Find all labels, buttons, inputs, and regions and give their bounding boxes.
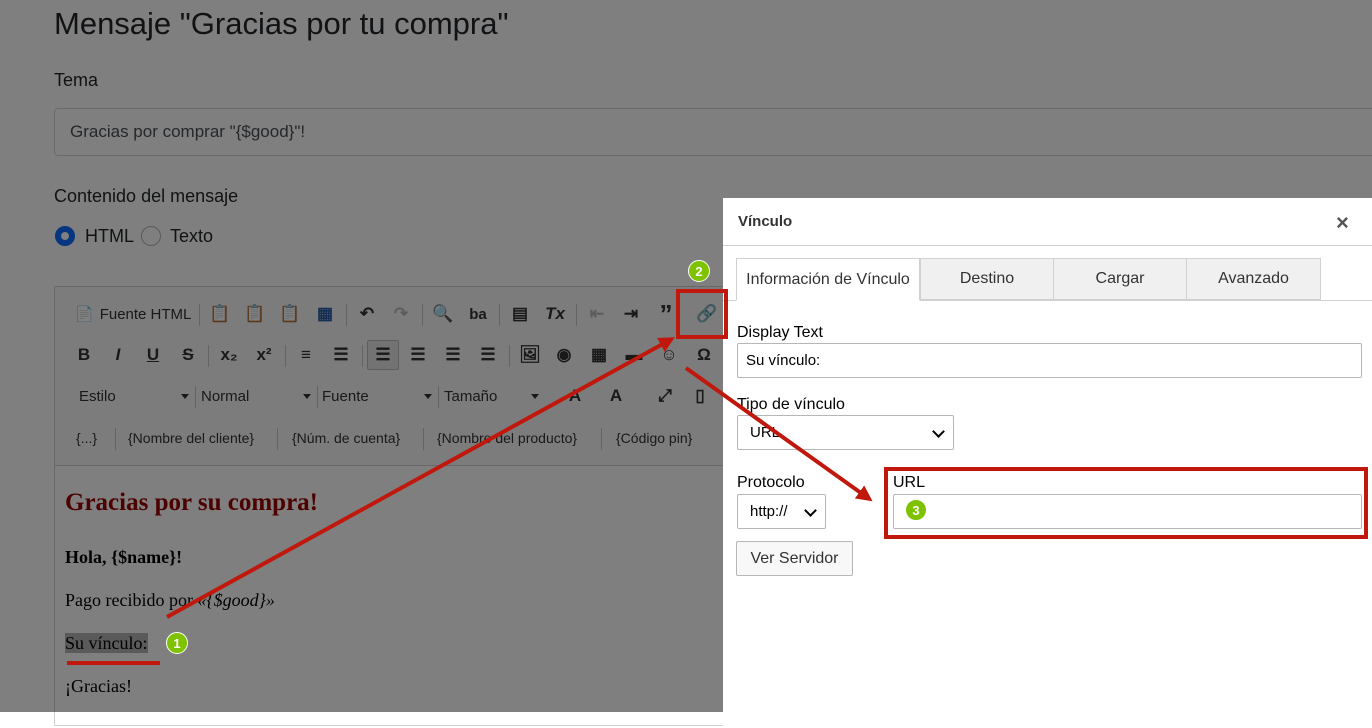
step-badge-1: 1	[166, 632, 188, 654]
arrow-to-url-field	[684, 366, 873, 502]
arrow-to-link-button	[166, 337, 675, 619]
step-badge-3: 3	[905, 499, 927, 521]
step-badge-2: 2	[688, 260, 710, 282]
annotation-arrows	[67, 337, 873, 665]
